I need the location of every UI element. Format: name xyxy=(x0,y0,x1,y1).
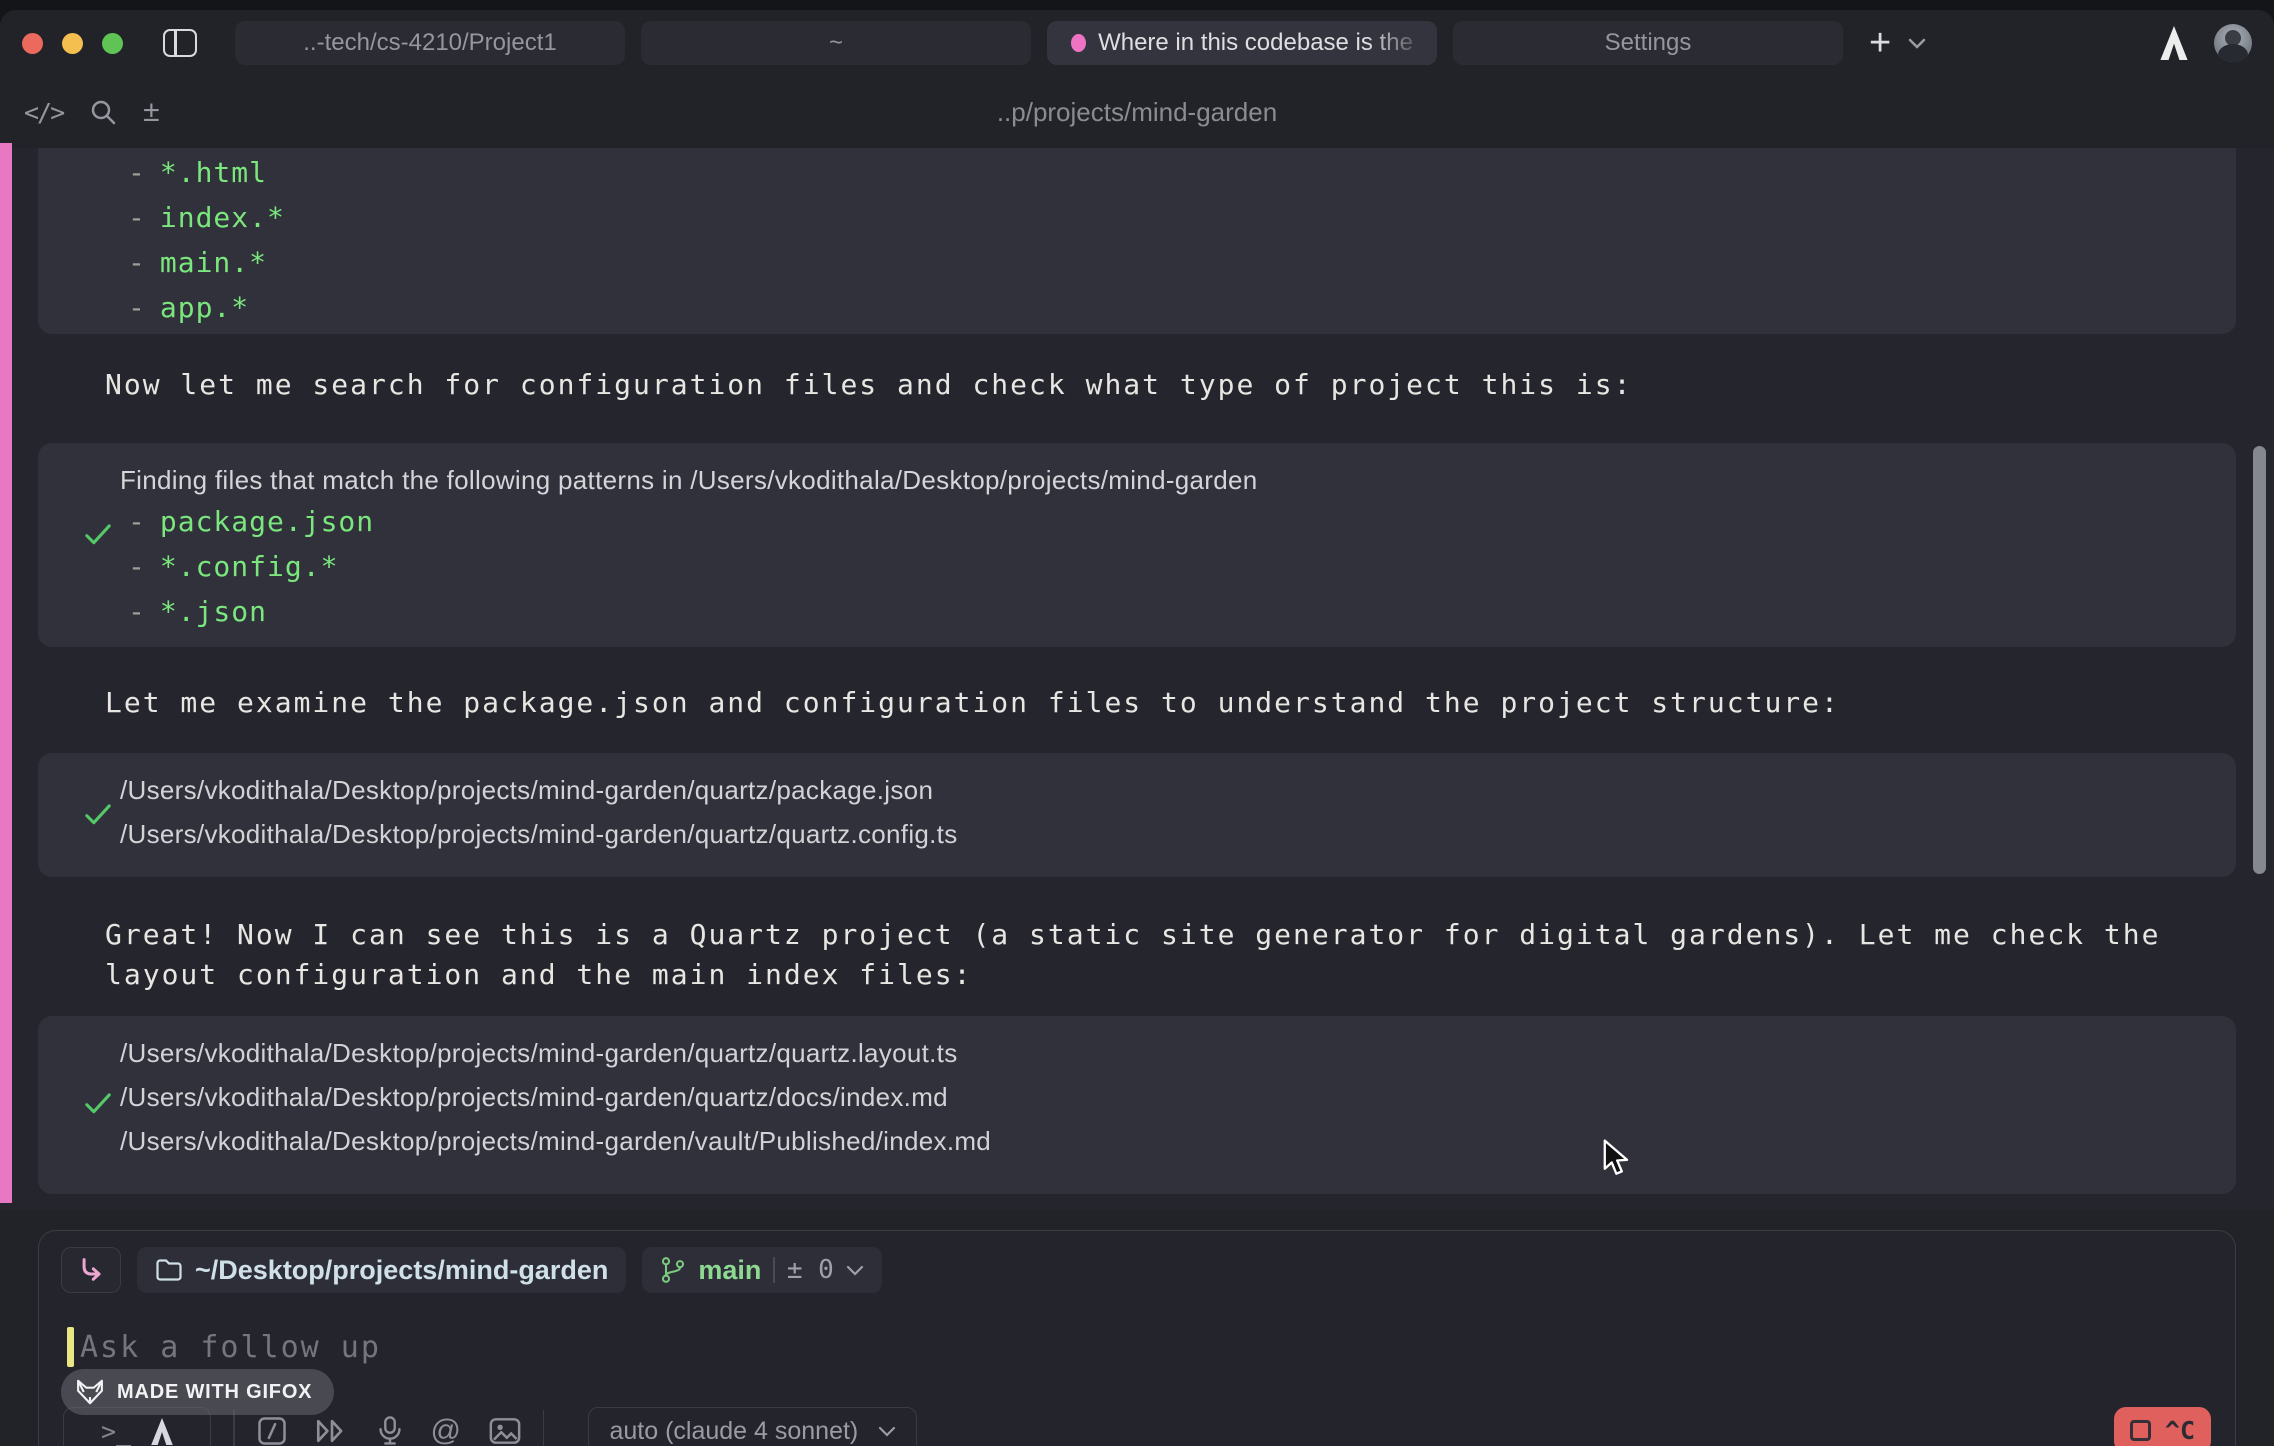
file-path: /Users/vkodithala/Desktop/projects/mind-… xyxy=(120,1082,948,1113)
follow-up-mode-button[interactable] xyxy=(61,1247,121,1293)
scrollbar-thumb[interactable] xyxy=(2253,446,2266,874)
chip-divider xyxy=(773,1257,775,1283)
tab-codebase-question[interactable]: Where in this codebase is the xyxy=(1047,21,1437,65)
folder-icon xyxy=(155,1258,183,1282)
terminal-prompt-icon[interactable]: >_ xyxy=(101,1417,131,1446)
minimize-window-button[interactable] xyxy=(62,33,83,54)
model-selector-value: auto (claude 4 sonnet) xyxy=(609,1417,858,1446)
agent-mode-icon[interactable] xyxy=(151,1418,173,1445)
tab-label: ~ xyxy=(829,29,843,57)
assistant-message: layout configuration and the main index … xyxy=(105,958,972,991)
tab-home[interactable]: ~ xyxy=(641,21,1031,65)
tool-output-block-read-files: /Users/vkodithala/Desktop/projects/mind-… xyxy=(38,753,2236,877)
tool-output-block-patterns-a: -*.html -index.* -main.* -app.* xyxy=(38,148,2236,334)
file-pattern: index.* xyxy=(160,201,285,234)
message-input[interactable]: Ask a follow up xyxy=(67,1327,381,1367)
file-path: /Users/vkodithala/Desktop/projects/mind-… xyxy=(120,819,958,850)
tab-label: ..-tech/cs-4210/Project1 xyxy=(303,29,556,57)
microphone-icon[interactable] xyxy=(377,1415,403,1446)
file-pattern: *.json xyxy=(160,595,267,628)
agent-activity-dot xyxy=(1071,34,1086,52)
new-tab-button[interactable]: + xyxy=(1869,24,1891,62)
tab-list-chevron-icon[interactable] xyxy=(1907,36,1927,50)
file-pattern: *.html xyxy=(160,156,267,189)
maximize-window-button[interactable] xyxy=(102,33,123,54)
file-path: /Users/vkodithala/Desktop/projects/mind-… xyxy=(120,1038,958,1069)
list-dash: - xyxy=(128,291,146,324)
git-branch-chip[interactable]: main ± 0 xyxy=(642,1247,882,1293)
conversation-scroll-area[interactable]: -*.html -index.* -main.* -app.* Now let … xyxy=(0,148,2274,1210)
sidebar-toggle-icon[interactable] xyxy=(163,29,197,57)
git-branch-icon xyxy=(660,1256,686,1284)
working-directory-chip[interactable]: ~/Desktop/projects/mind-garden xyxy=(137,1247,626,1293)
tool-output-block-read-layout: /Users/vkodithala/Desktop/projects/mind-… xyxy=(38,1016,2236,1194)
file-pattern: *.config.* xyxy=(160,550,339,583)
success-check-icon xyxy=(84,523,112,547)
tab-project1[interactable]: ..-tech/cs-4210/Project1 xyxy=(235,21,625,65)
list-dash: - xyxy=(128,201,146,234)
user-avatar[interactable] xyxy=(2214,24,2252,62)
assistant-message: Let me examine the package.json and conf… xyxy=(105,686,1840,719)
list-dash: - xyxy=(128,550,146,583)
slash-command-icon[interactable] xyxy=(257,1416,287,1446)
tab-settings[interactable]: Settings xyxy=(1453,21,1843,65)
stop-icon xyxy=(2130,1420,2151,1441)
list-dash: - xyxy=(128,505,146,538)
tool-output-block-find-files: Finding files that match the following p… xyxy=(38,443,2236,647)
pane-path-title: ..p/projects/mind-garden xyxy=(0,97,2274,128)
git-diff-count: ± 0 xyxy=(787,1255,834,1285)
pane-toolbar: ..p/projects/mind-garden </> ± xyxy=(0,76,2274,148)
interrupt-button[interactable]: ^C xyxy=(2114,1407,2211,1446)
model-selector-dropdown[interactable]: auto (claude 4 sonnet) xyxy=(588,1407,917,1446)
chevron-down-icon xyxy=(846,1264,864,1276)
fox-icon xyxy=(75,1378,105,1406)
mouse-cursor xyxy=(1601,1139,1635,1177)
tab-label: Where in this codebase is the xyxy=(1098,29,1413,57)
list-dash: - xyxy=(128,595,146,628)
toolbar-divider xyxy=(233,1410,235,1446)
reply-arrow-icon xyxy=(76,1256,106,1284)
assistant-message: Great! Now I can see this is a Quartz pr… xyxy=(105,918,2160,951)
chevron-down-icon xyxy=(878,1425,896,1437)
fast-forward-icon[interactable] xyxy=(315,1417,349,1445)
gifox-label: MADE WITH GIFOX xyxy=(117,1381,312,1404)
app-window: ..-tech/cs-4210/Project1 ~ Where in this… xyxy=(0,10,2274,1446)
app-logo-icon xyxy=(2160,26,2188,60)
success-check-icon xyxy=(84,1092,112,1116)
input-placeholder: Ask a follow up xyxy=(80,1330,381,1365)
gifox-watermark: MADE WITH GIFOX xyxy=(61,1369,334,1415)
file-path: /Users/vkodithala/Desktop/projects/mind-… xyxy=(120,775,933,806)
list-dash: - xyxy=(128,156,146,189)
file-path: /Users/vkodithala/Desktop/projects/mind-… xyxy=(120,1126,991,1157)
list-dash: - xyxy=(128,246,146,279)
close-window-button[interactable] xyxy=(22,33,43,54)
text-caret xyxy=(67,1327,74,1367)
composer-toolbar: >_ @ xyxy=(39,1407,2235,1446)
tab-bar: ..-tech/cs-4210/Project1 ~ Where in this… xyxy=(0,10,2274,76)
attach-image-icon[interactable] xyxy=(489,1417,521,1445)
success-check-icon xyxy=(84,803,112,827)
composer-panel: ~/Desktop/projects/mind-garden main ± 0 … xyxy=(38,1230,2236,1446)
file-pattern: app.* xyxy=(160,291,249,324)
interrupt-shortcut-label: ^C xyxy=(2165,1416,2195,1445)
tab-label: Settings xyxy=(1605,29,1692,57)
tabs: ..-tech/cs-4210/Project1 ~ Where in this… xyxy=(235,21,1843,65)
working-directory-path: ~/Desktop/projects/mind-garden xyxy=(195,1255,608,1286)
traffic-lights xyxy=(22,33,123,54)
tool-description: Finding files that match the following p… xyxy=(120,465,1258,496)
file-pattern: main.* xyxy=(160,246,267,279)
file-pattern: package.json xyxy=(160,505,374,538)
toolbar-divider xyxy=(543,1410,545,1446)
git-branch-name: main xyxy=(698,1255,761,1286)
assistant-message: Now let me search for configuration file… xyxy=(105,368,1632,401)
mention-icon[interactable]: @ xyxy=(431,1414,461,1446)
pane-accent-stripe xyxy=(0,143,12,1203)
